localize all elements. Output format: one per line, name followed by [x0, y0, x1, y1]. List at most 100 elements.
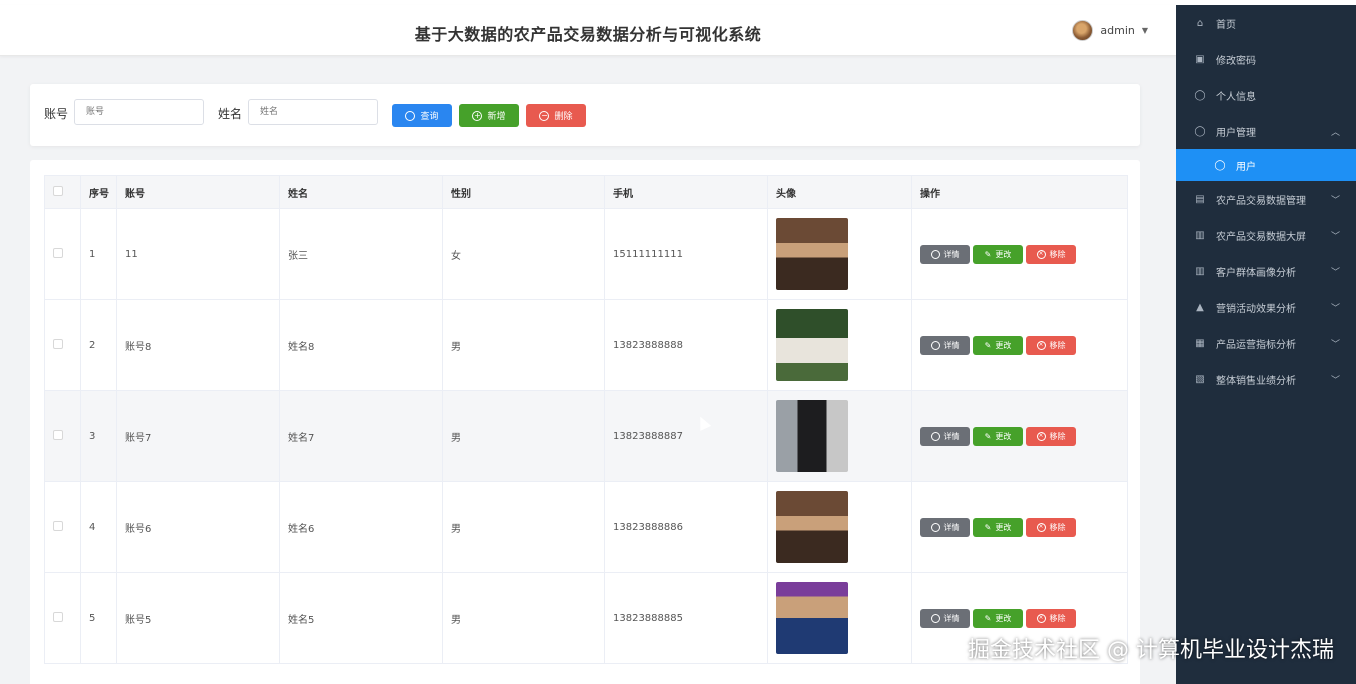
chevron-down-icon: ﹀	[1330, 231, 1340, 242]
sidebar-item-3[interactable]: ◯ 用户管理 ︿	[1176, 113, 1356, 149]
search-icon	[930, 431, 940, 441]
chevron-up-icon: ︿	[1330, 127, 1340, 138]
add-button[interactable]: + 新增	[459, 104, 519, 127]
remove-button[interactable]: × 移除	[1026, 517, 1076, 537]
caret-down-icon[interactable]: ▼	[1142, 26, 1148, 35]
cell-account: 账号7	[116, 390, 280, 482]
cell-actions: 详情 ✎ 更改 × 移除	[911, 481, 1128, 573]
cell-no: 5	[80, 572, 117, 664]
user-menu[interactable]: admin ▼	[1072, 20, 1148, 41]
remove-label: 移除	[1049, 340, 1066, 350]
detail-button[interactable]: 详情	[920, 335, 970, 355]
search-icon	[930, 340, 940, 350]
detail-button[interactable]: 详情	[920, 608, 970, 628]
sidebar-item-label: 用户管理	[1216, 127, 1256, 139]
avatar[interactable]	[1072, 20, 1094, 41]
account-input[interactable]	[74, 99, 204, 125]
row-checkbox[interactable]	[53, 611, 63, 622]
chevron-down-icon: ﹀	[1330, 375, 1340, 386]
sidebar-item-4[interactable]: ◯ 用户	[1176, 149, 1356, 181]
cell-actions: 详情 ✎ 更改 × 移除	[911, 299, 1128, 391]
cell-no: 2	[80, 299, 117, 391]
edit-button[interactable]: ✎ 更改	[973, 426, 1023, 446]
row-checkbox[interactable]	[53, 520, 63, 531]
pencil-icon: ✎	[984, 522, 992, 532]
sidebar-item-label: 农产品交易数据大屏	[1216, 231, 1306, 243]
detail-button[interactable]: 详情	[920, 517, 970, 537]
col-header-gender: 性别	[442, 175, 605, 209]
edit-button[interactable]: ✎ 更改	[973, 517, 1023, 537]
minus-circle-icon: −	[539, 110, 550, 121]
search-icon	[930, 249, 940, 259]
cell-phone: 13823888888	[604, 299, 768, 391]
cell-gender: 女	[442, 208, 605, 300]
row-checkbox[interactable]	[53, 429, 63, 440]
cell-account: 账号8	[116, 299, 280, 391]
row-checkbox-cell[interactable]	[44, 572, 81, 664]
watermark: 掘金技术社区 @ 计算机毕业设计杰瑞	[968, 638, 1334, 663]
edit-label: 更改	[995, 431, 1012, 441]
remove-button[interactable]: × 移除	[1026, 244, 1076, 264]
detail-button[interactable]: 详情	[920, 244, 970, 264]
row-checkbox[interactable]	[53, 338, 63, 349]
sidebar-item-label: 农产品交易数据管理	[1216, 195, 1306, 207]
edit-label: 更改	[995, 340, 1012, 350]
search-icon	[930, 522, 940, 532]
row-checkbox-cell[interactable]	[44, 208, 81, 300]
row-checkbox-cell[interactable]	[44, 299, 81, 391]
add-button-label: 新增	[487, 112, 506, 122]
sidebar-item-2[interactable]: ◯ 个人信息	[1176, 77, 1356, 113]
row-checkbox-cell[interactable]	[44, 481, 81, 573]
cell-gender: 男	[442, 299, 605, 391]
close-circle-icon: ×	[1036, 340, 1046, 350]
select-all-checkbox[interactable]	[53, 185, 63, 196]
detail-button[interactable]: 详情	[920, 426, 970, 446]
remove-button[interactable]: × 移除	[1026, 608, 1076, 628]
remove-label: 移除	[1049, 522, 1066, 532]
edit-button[interactable]: ✎ 更改	[973, 335, 1023, 355]
edit-button[interactable]: ✎ 更改	[973, 244, 1023, 264]
cell-avatar	[767, 481, 912, 573]
row-checkbox[interactable]	[53, 247, 63, 258]
cell-avatar	[767, 208, 912, 300]
query-button-label: 查询	[420, 112, 439, 122]
plus-circle-icon: +	[472, 110, 483, 121]
col-header-phone: 手机	[604, 175, 768, 209]
sidebar-item-label: 营销活动效果分析	[1216, 303, 1296, 315]
cell-gender: 男	[442, 481, 605, 573]
sidebar-item-8[interactable]: ▲ 营销活动效果分析 ﹀	[1176, 289, 1356, 325]
user-name[interactable]: admin	[1100, 24, 1134, 37]
sidebar-item-5[interactable]: ▤ 农产品交易数据管理 ﹀	[1176, 181, 1356, 217]
sidebar-item-9[interactable]: ▦ 产品运营指标分析 ﹀	[1176, 325, 1356, 361]
close-circle-icon: ×	[1036, 522, 1046, 532]
table-row: 2 账号8 姓名8 男 13823888888 详情 ✎ 更改 × 移除	[44, 299, 1128, 391]
sidebar-item-7[interactable]: ▥ 客户群体画像分析 ﹀	[1176, 253, 1356, 289]
pencil-icon: ✎	[984, 431, 992, 441]
name-input[interactable]	[248, 99, 378, 125]
name-label: 姓名	[218, 107, 243, 121]
query-button[interactable]: 查询	[392, 104, 452, 127]
chart-box-icon: ▧	[1195, 373, 1205, 385]
sidebar-item-10[interactable]: ▧ 整体销售业绩分析 ﹀	[1176, 361, 1356, 397]
top-header: 基于大数据的农产品交易数据分析与可视化系统 admin ▼	[0, 5, 1176, 56]
edit-button[interactable]: ✎ 更改	[973, 608, 1023, 628]
delete-button[interactable]: − 删除	[526, 104, 586, 127]
sidebar-item-1[interactable]: ▣ 修改密码	[1176, 41, 1356, 77]
account-label: 账号	[44, 107, 69, 121]
table-row: 1 11 张三 女 15111111111 详情 ✎ 更改 × 移除	[44, 208, 1128, 300]
cell-avatar	[767, 299, 912, 391]
remove-button[interactable]: × 移除	[1026, 426, 1076, 446]
sidebar-item-0[interactable]: ⌂ 首页	[1176, 5, 1356, 41]
chevron-down-icon: ﹀	[1330, 195, 1340, 206]
user-icon: ◯	[1194, 89, 1206, 101]
select-all-cell[interactable]	[44, 175, 81, 209]
cell-name: 姓名7	[279, 390, 443, 482]
remove-button[interactable]: × 移除	[1026, 335, 1076, 355]
sidebar-item-label: 客户群体画像分析	[1216, 267, 1296, 279]
pencil-icon: ✎	[984, 340, 992, 350]
delete-button-label: 删除	[554, 112, 573, 122]
row-checkbox-cell[interactable]	[44, 390, 81, 482]
avatar-photo	[776, 400, 848, 472]
sidebar-item-6[interactable]: ▥ 农产品交易数据大屏 ﹀	[1176, 217, 1356, 253]
close-circle-icon: ×	[1036, 431, 1046, 441]
